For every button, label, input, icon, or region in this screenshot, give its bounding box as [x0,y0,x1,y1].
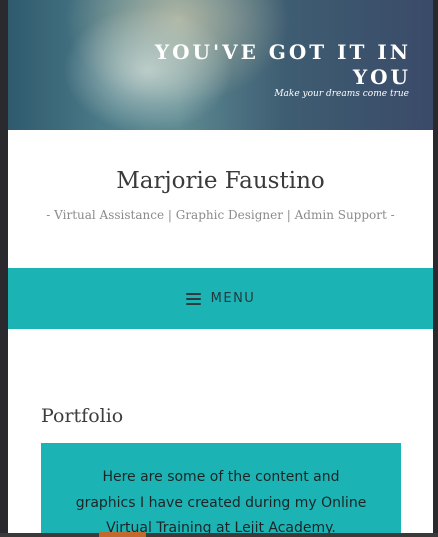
header-banner: YOU'VE GOT IT IN YOU Make your dreams co… [8,0,433,130]
bottom-accent-tab [99,532,146,537]
menu-toggle-button[interactable]: MENU [8,268,433,329]
intro-line: Here are some of the content and [102,469,340,485]
intro-text: Here are some of the content and graphic… [41,465,401,537]
site-title[interactable]: Marjorie Faustino [8,168,433,194]
menu-label: MENU [210,291,256,306]
hamburger-icon [185,292,201,305]
banner-tagline: Make your dreams come true [274,89,409,99]
page-title: Portfolio [41,405,124,427]
banner-title: YOU'VE GOT IT IN YOU [154,40,411,89]
intro-box: Here are some of the content and graphic… [41,443,401,537]
site-description: - Virtual Assistance | Graphic Designer … [46,208,395,222]
intro-line: graphics I have created during my Online [75,494,367,511]
menu-toggle-content: MENU [185,291,256,306]
bottom-bar [0,533,438,537]
page: YOU'VE GOT IT IN YOU Make your dreams co… [8,0,433,537]
